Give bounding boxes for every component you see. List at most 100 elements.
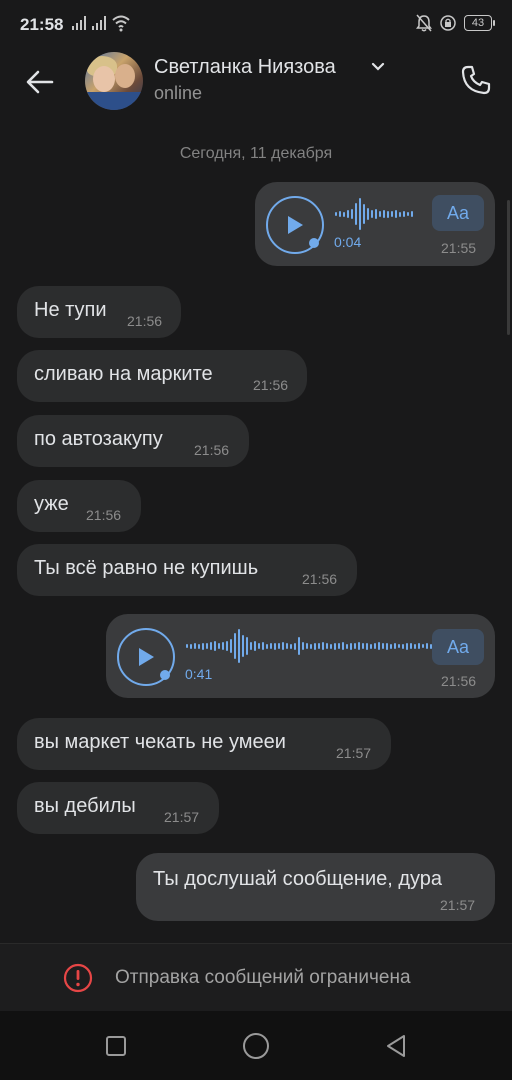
contact-name[interactable]: Светланка Ниязова [154,56,336,79]
voice-message[interactable]: 0:41 Aa 21:56 [106,614,495,698]
waveform-bar [375,209,377,219]
waveform-bar [226,641,228,651]
waveform-bar [391,211,393,217]
waveform-bar [351,209,353,219]
call-button[interactable] [456,60,496,100]
waveform-bar [266,643,268,649]
triangle-back-icon [387,1035,405,1057]
waveform-bar [410,643,412,649]
date-separator: Сегодня, 11 декабря [179,145,333,162]
message-time: 21:57 [440,897,476,913]
waveform-bar [402,643,404,649]
waveform-bar [322,642,324,650]
waveform-bar [278,643,280,649]
battery-icon: 43 [464,15,495,31]
message-text: вы маркет чекать не умееи [34,731,286,753]
message-time: 21:56 [194,442,230,458]
waveform-bar [262,642,264,650]
message-time: 21:56 [253,377,289,393]
waveform-bar [366,642,368,650]
waveform[interactable] [335,194,413,234]
waveform-bar [362,643,364,649]
waveform-bar [342,642,344,650]
message-bubble[interactable]: по автозакупу 21:56 [17,415,249,467]
waveform-bar [379,211,381,217]
message-text: Не тупи [34,299,107,321]
chevron-down-icon[interactable] [371,62,385,72]
waveform-bar [202,642,204,650]
circle-icon [243,1033,269,1059]
waveform-bar [222,642,224,650]
message-time: 21:56 [127,313,163,329]
transcribe-button[interactable]: Aa [432,629,484,665]
message-bubble[interactable]: Ты дослушай сообщение, дура 21:57 [136,853,495,921]
waveform-bar [399,211,401,217]
waveform-bar [363,204,365,224]
waveform-bar [334,642,336,650]
waveform-bar [355,203,357,225]
waveform-bar [314,642,316,650]
waveform-bar [418,643,420,649]
message-bubble[interactable]: Ты всё равно не купишь 21:56 [17,544,357,596]
voice-duration: 0:04 [334,234,362,250]
waveform-bar [426,643,428,649]
waveform-bar [190,643,192,649]
message-text: сливаю на марките [34,363,213,385]
back-nav-button[interactable] [381,1031,411,1061]
waveform-bar [407,212,409,216]
message-bubble[interactable]: Не тупи 21:56 [17,286,181,338]
message-time: 21:57 [336,745,372,761]
message-text: по автозакупу [34,428,163,450]
signal-icon-2 [92,16,106,30]
avatar[interactable] [85,52,143,110]
arrow-left-icon [26,70,54,94]
transcribe-button[interactable]: Aa [432,195,484,231]
waveform-bar [294,642,296,650]
message-text: вы дебилы [34,795,136,817]
waveform-bar [242,635,244,657]
waveform-bar [206,643,208,649]
message-bubble[interactable]: вы дебилы 21:57 [17,782,219,834]
waveform-bar [358,642,360,650]
scrollbar[interactable] [507,200,510,335]
message-bubble[interactable]: сливаю на марките 21:56 [17,350,307,402]
message-time: 21:56 [441,673,477,689]
waveform-bar [383,210,385,218]
waveform-bar [274,642,276,650]
waveform-bar [282,642,284,650]
waveform-bar [194,643,196,649]
playback-dot [309,238,319,248]
playback-dot [160,670,170,680]
waveform-bar [406,642,408,650]
waveform-bar [387,210,389,218]
waveform-bar [371,210,373,218]
waveform-bar [214,641,216,651]
message-text: Ты всё равно не купишь [34,557,259,579]
waveform-bar [270,643,272,649]
message-bubble[interactable]: вы маркет чекать не умееи 21:57 [17,718,391,770]
mute-bell-icon [416,14,432,32]
waveform-bar [302,642,304,650]
home-button[interactable] [241,1031,271,1061]
waveform-bar [390,643,392,649]
waveform-bar [398,644,400,648]
back-button[interactable] [20,62,60,102]
voice-message[interactable]: 0:04 Aa 21:55 [255,182,495,266]
waveform-bar [343,211,345,217]
waveform-bar [403,211,405,217]
message-bubble[interactable]: уже 21:56 [17,480,141,532]
message-time: 21:56 [86,507,122,523]
play-icon [139,648,154,666]
voice-duration: 0:41 [185,666,213,682]
status-time: 21:58 [20,15,64,34]
battery-level: 43 [471,17,485,29]
waveform-bar [395,210,397,218]
recent-apps-button[interactable] [101,1031,131,1061]
waveform[interactable] [186,626,456,666]
message-time: 21:57 [164,809,200,825]
waveform-bar [254,641,256,651]
waveform-bar [350,642,352,650]
waveform-bar [250,642,252,650]
waveform-bar [367,208,369,220]
waveform-bar [339,211,341,217]
